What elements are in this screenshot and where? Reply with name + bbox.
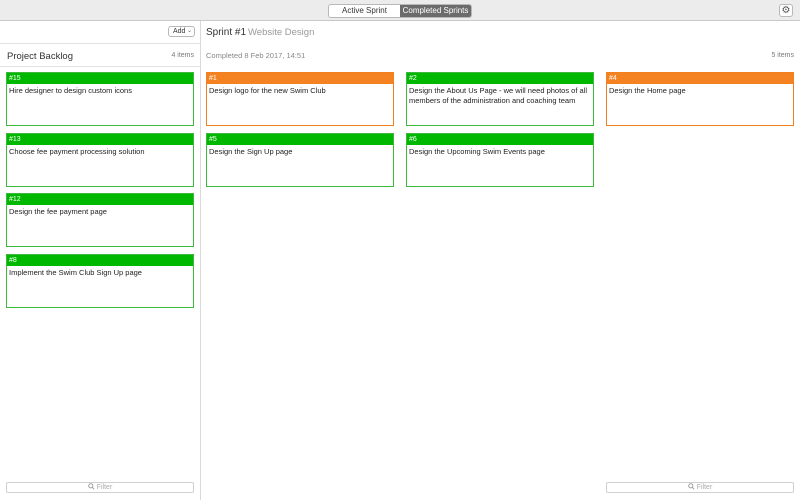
backlog-filter-input[interactable]: Filter: [6, 482, 194, 493]
card-text: Choose fee payment processing solution: [9, 147, 145, 156]
card-id: #8: [7, 255, 193, 266]
sprint-card[interactable]: #5 Design the Sign Up page: [206, 133, 394, 187]
sprint-filter-input[interactable]: Filter: [606, 482, 794, 493]
card-id: #4: [607, 73, 793, 84]
backlog-panel: Add ⌄ Project Backlog 4 items #15 Hire d…: [0, 21, 201, 500]
filter-placeholder: Filter: [696, 484, 713, 491]
add-button-label: Add: [173, 28, 186, 35]
sprint-card[interactable]: #1 Design logo for the new Swim Club: [206, 72, 394, 126]
settings-button[interactable]: ⚙: [779, 4, 793, 17]
card-text: Design the Sign Up page: [209, 147, 293, 156]
sprint-card[interactable]: #4 Design the Home page: [606, 72, 794, 126]
card-text: Design the Upcoming Swim Events page: [409, 147, 545, 156]
card-id: #6: [407, 134, 593, 145]
card-id: #13: [7, 134, 193, 145]
sprint-count: 5 items: [771, 52, 794, 59]
sprint-view-switcher: Active Sprint Completed Sprints: [328, 4, 472, 18]
filter-placeholder: Filter: [96, 484, 113, 491]
card-id: #12: [7, 194, 193, 205]
add-button[interactable]: Add ⌄: [168, 26, 195, 37]
completed-date: Completed 8 Feb 2017, 14:51: [206, 51, 306, 60]
card-id: #2: [407, 73, 593, 84]
backlog-card[interactable]: #8 Implement the Swim Club Sign Up page: [6, 254, 194, 308]
toolbar: Active Sprint Completed Sprints ⚙: [0, 0, 800, 21]
backlog-card[interactable]: #15 Hire designer to design custom icons: [6, 72, 194, 126]
sprint-subtitle: Website Design: [248, 27, 315, 38]
sprint-card[interactable]: #2 Design the About Us Page - we will ne…: [406, 72, 594, 126]
backlog-title: Project Backlog: [7, 51, 74, 62]
divider: [0, 66, 201, 67]
search-icon: [87, 483, 95, 490]
card-text: Design the Home page: [609, 86, 686, 95]
sprint-card[interactable]: #6 Design the Upcoming Swim Events page: [406, 133, 594, 187]
backlog-count: 4 items: [171, 52, 194, 59]
chevron-down-icon: ⌄: [186, 28, 192, 34]
tab-completed-sprints[interactable]: Completed Sprints: [400, 5, 471, 17]
card-text: Design logo for the new Swim Club: [209, 86, 326, 95]
card-id: #1: [207, 73, 393, 84]
card-text: Design the About Us Page - we will need …: [409, 86, 588, 105]
backlog-card[interactable]: #13 Choose fee payment processing soluti…: [6, 133, 194, 187]
tab-active-sprint[interactable]: Active Sprint: [329, 5, 400, 17]
divider: [0, 43, 201, 44]
search-icon: [687, 483, 695, 490]
card-text: Implement the Swim Club Sign Up page: [9, 268, 142, 277]
sprint-panel: Sprint #1 Website Design Completed 8 Feb…: [202, 21, 800, 500]
card-id: #5: [207, 134, 393, 145]
card-id: #15: [7, 73, 193, 84]
backlog-card[interactable]: #12 Design the fee payment page: [6, 193, 194, 247]
card-text: Hire designer to design custom icons: [9, 86, 132, 95]
sprint-title: Sprint #1: [206, 27, 247, 38]
card-text: Design the fee payment page: [9, 207, 107, 216]
gear-icon: ⚙: [781, 5, 791, 16]
